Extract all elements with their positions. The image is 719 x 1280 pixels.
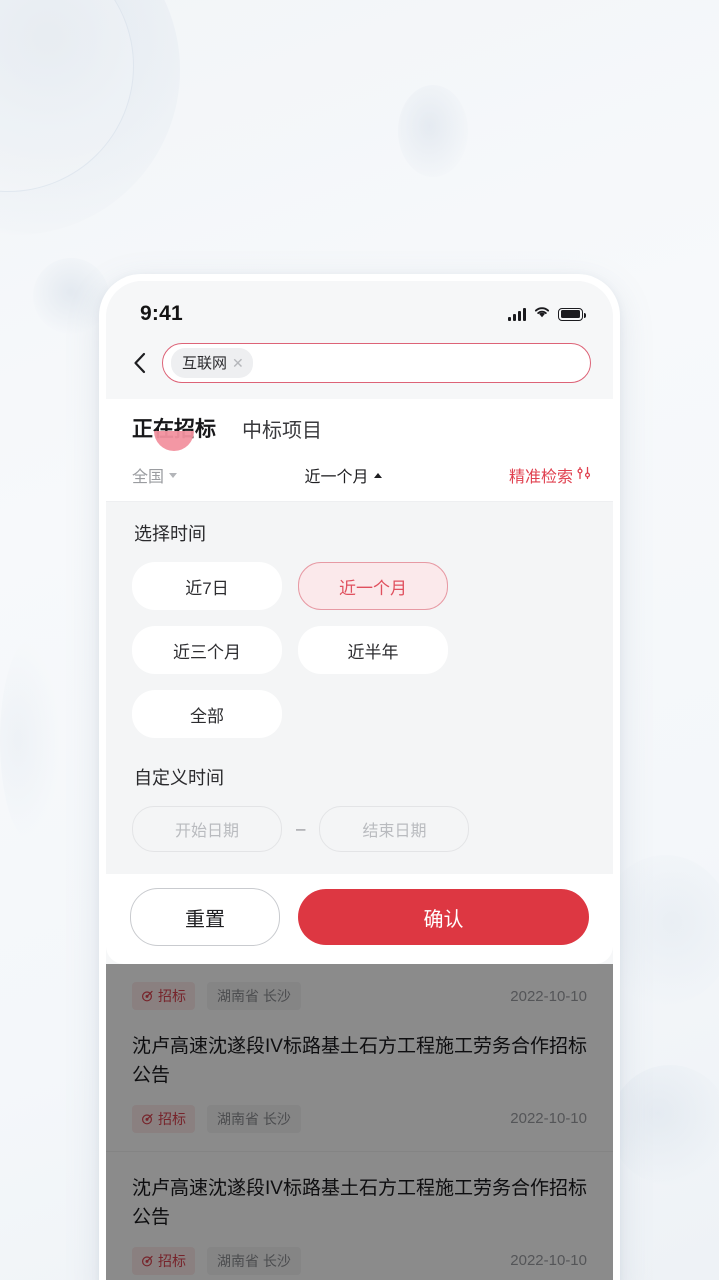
location-label: 湖南省 长沙 [207,1246,301,1275]
list-item[interactable]: 沈卢高速沈遂段IV标路基土石方工程施工劳务合作招标公告 招标 湖南省 长沙 20… [106,1152,613,1280]
time-option-1month[interactable]: 近一个月 [298,562,448,610]
decorative-bubble [0,640,60,840]
time-option-7days[interactable]: 近7日 [132,562,282,610]
back-button[interactable] [132,351,162,375]
decorative-bubble [33,258,109,334]
cellular-signal-icon [508,307,526,321]
search-keyword-label: 互联网 [182,355,228,372]
search-bar: 互联网 ✕ [106,339,613,399]
time-option-halfyear[interactable]: 近半年 [298,626,448,674]
panel-action-bar: 重置 确认 [106,874,613,964]
status-badge: 招标 [132,982,195,1010]
chevron-down-icon [169,472,178,478]
date-range-separator: – [296,819,306,838]
close-icon[interactable]: ✕ [232,356,244,370]
location-label: 湖南省 长沙 [207,1104,301,1133]
custom-date-range: 开始日期 – 结束日期 [132,806,587,852]
filter-precise-search[interactable]: 精准检索 [509,463,591,487]
filter-region[interactable]: 全国 [132,463,178,487]
status-badge-label: 招标 [158,988,186,1004]
tab-bar: 正在招标 中标项目 [106,399,613,459]
list-item-title: 沈卢高速沈遂段IV标路基土石方工程施工劳务合作招标公告 [132,1177,587,1229]
filter-region-label: 全国 [132,469,165,486]
start-date-input[interactable]: 开始日期 [132,806,282,852]
status-bar: 9:41 [106,281,613,339]
decorative-bubble [610,1065,719,1185]
tab-label: 中标项目 [242,420,322,442]
custom-time-section-title: 自定义时间 [134,768,224,788]
time-option-all[interactable]: 全部 [132,690,282,738]
status-badge-label: 招标 [158,1110,186,1127]
reset-button[interactable]: 重置 [130,888,280,946]
filter-time[interactable]: 近一个月 [304,463,382,487]
chevron-up-icon [373,472,382,478]
list-item-partial[interactable]: 招标 湖南省 长沙 2022-10-10 [106,964,613,1010]
time-section-title: 选择时间 [134,524,206,544]
confirm-button[interactable]: 确认 [298,889,589,945]
wifi-icon [533,305,551,323]
status-badge: 招标 [132,1104,195,1133]
publish-date: 2022-10-10 [510,1252,587,1270]
status-bar-clock: 9:41 [140,302,183,325]
list-item[interactable]: 沈卢高速沈遂段IV标路基土石方工程施工劳务合作招标公告 招标 湖南省 长沙 20… [106,1010,613,1152]
results-list: 招标 湖南省 长沙 2022-10-10 沈卢高速沈遂段IV标路基土石方工程施工… [106,964,613,1280]
time-option-group: 近7日 近一个月 近三个月 近半年 全部 [132,562,587,738]
list-item-title: 沈卢高速沈遂段IV标路基土石方工程施工劳务合作招标公告 [132,1036,587,1087]
search-keyword-chip[interactable]: 互联网 ✕ [171,348,253,378]
target-icon [141,1113,153,1125]
status-bar-icons [508,305,586,323]
filter-time-label: 近一个月 [304,469,369,486]
tab-active-indicator [154,431,194,451]
search-input[interactable]: 互联网 ✕ [162,343,591,383]
list-item-meta: 招标 湖南省 长沙 2022-10-10 [132,1246,587,1275]
list-item-meta: 招标 湖南省 长沙 2022-10-10 [132,1104,587,1133]
phone-device-frame: 9:41 互联网 ✕ 正在招标 中标项目 全国 近一个月 精准检索 选择时间 近… [99,274,620,1280]
time-filter-panel: 选择时间 近7日 近一个月 近三个月 近半年 全部 自定义时间 开始日期 – 结… [106,502,613,874]
status-badge: 招标 [132,1246,195,1275]
publish-date: 2022-10-10 [510,987,587,1005]
target-icon [141,990,153,1002]
time-option-3months[interactable]: 近三个月 [132,626,282,674]
battery-icon [558,307,586,321]
location-label: 湖南省 长沙 [207,982,301,1010]
sliders-filter-icon [577,466,591,485]
phone-screen: 9:41 互联网 ✕ 正在招标 中标项目 全国 近一个月 精准检索 选择时间 近… [106,281,613,1280]
tab-won-projects[interactable]: 中标项目 [242,414,322,449]
publish-date: 2022-10-10 [510,1110,587,1128]
target-icon [141,1255,153,1267]
page-backdrop: 9:41 互联网 ✕ 正在招标 中标项目 全国 近一个月 精准检索 选择时间 近… [0,0,719,1280]
back-chevron-icon [134,352,146,374]
filter-bar: 全国 近一个月 精准检索 [106,459,613,502]
status-badge-label: 招标 [158,1252,186,1269]
end-date-input[interactable]: 结束日期 [319,806,470,852]
filter-precise-label: 精准检索 [508,469,573,486]
decorative-bubble [398,85,468,177]
tab-active-bidding[interactable]: 正在招标 [132,413,216,451]
